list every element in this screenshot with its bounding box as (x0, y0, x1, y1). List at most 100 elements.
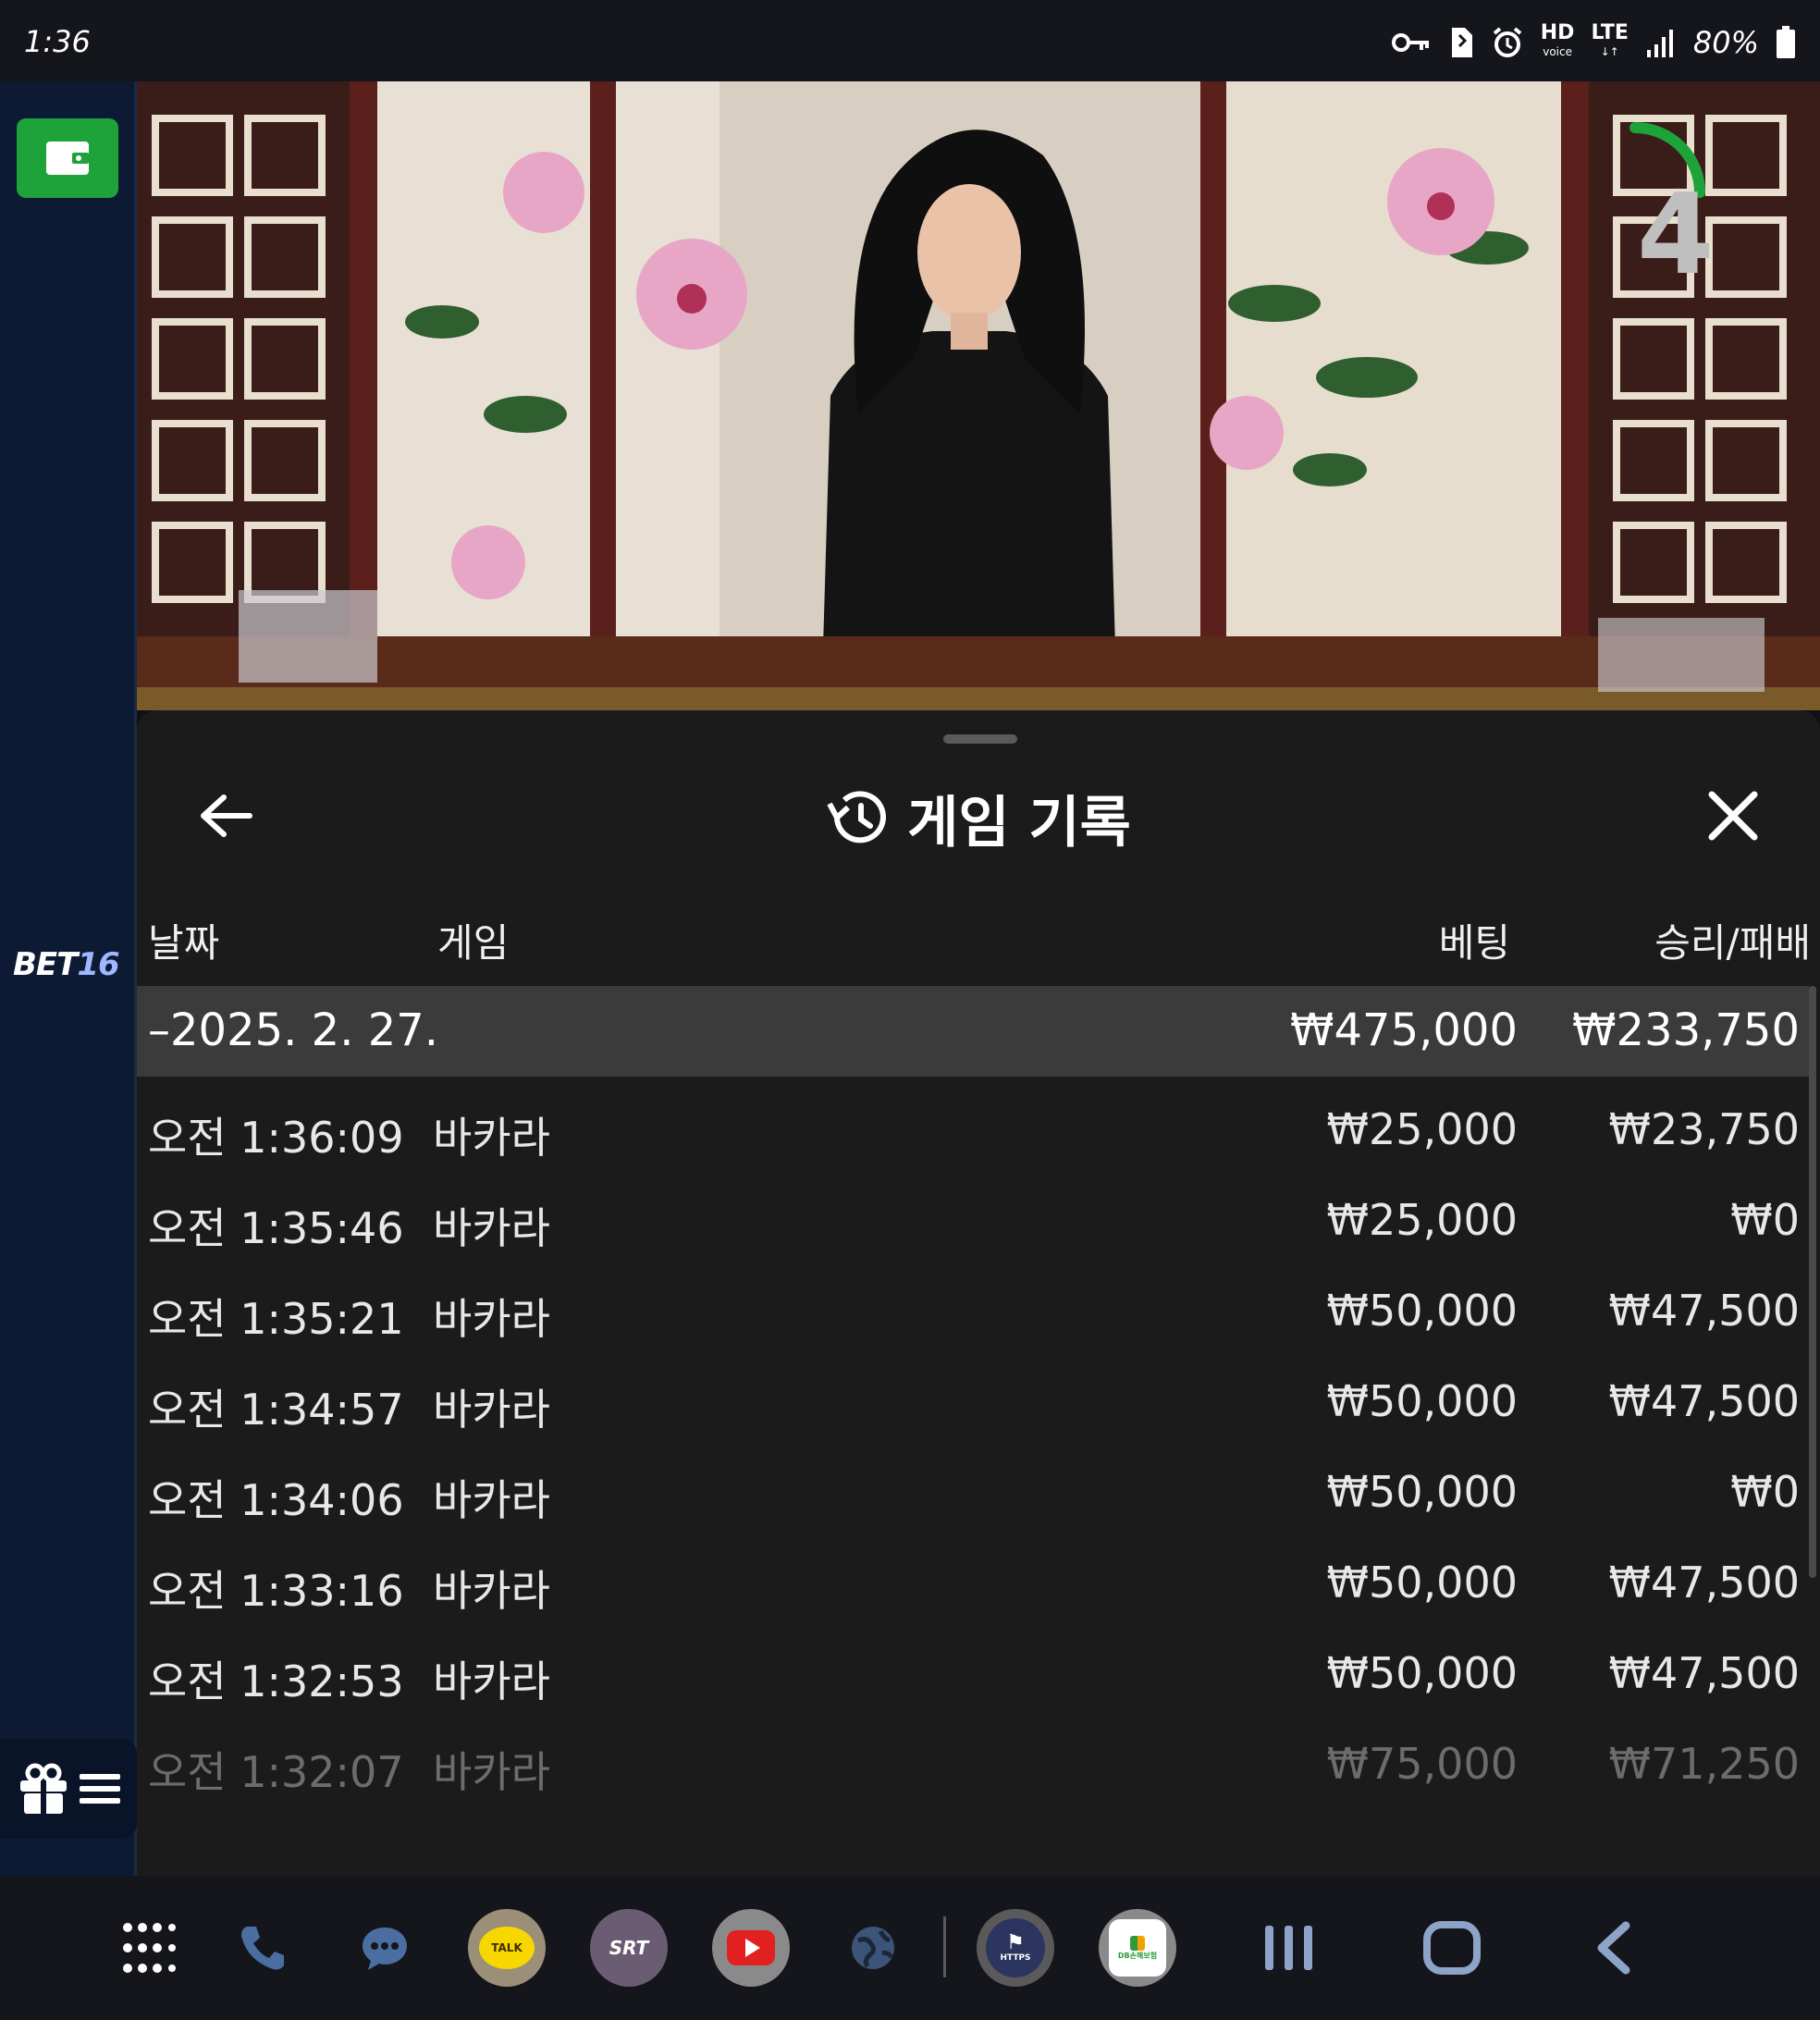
row-time: 오전 1:33:16 (148, 1566, 404, 1616)
table-row[interactable]: 오전 1:34:57 바카라 ₩50,000 ₩47,500 (137, 1349, 1809, 1439)
wallet-icon (46, 142, 89, 175)
gift-icon (20, 1763, 67, 1814)
close-button[interactable] (1700, 782, 1766, 849)
app-drawer-button[interactable] (107, 1907, 189, 1989)
brand-prefix: BET (13, 946, 78, 983)
kakaotalk-label: TALK (479, 1927, 535, 1969)
row-time: 오전 1:32:07 (148, 1747, 404, 1797)
row-game: 바카라 (433, 1747, 550, 1797)
signal-icon (1646, 30, 1673, 57)
row-bet: ₩50,000 (1326, 1648, 1518, 1698)
row-game: 바카라 (433, 1113, 550, 1163)
battery-icon (1777, 26, 1795, 58)
row-bet: ₩50,000 (1326, 1286, 1518, 1336)
chevron-left-icon (1597, 1921, 1630, 1975)
youtube-logo (727, 1930, 775, 1965)
row-win: ₩0 (1730, 1195, 1800, 1245)
row-bet: ₩50,000 (1326, 1376, 1518, 1426)
phone-app[interactable] (222, 1907, 303, 1989)
brand-suffix: 16 (77, 946, 119, 983)
history-icon (827, 791, 887, 844)
column-header-win-loss[interactable]: 승리/패배 (1654, 912, 1811, 968)
table-row[interactable]: 오전 1:34:06 바카라 ₩50,000 ₩0 (137, 1439, 1809, 1530)
row-time: 오전 1:36:09 (148, 1113, 404, 1163)
vpn-key-icon (1391, 33, 1429, 52)
table-row[interactable]: 오전 1:33:16 바카라 ₩50,000 ₩47,500 (137, 1530, 1809, 1620)
table-row[interactable]: 오전 1:36:09 바카라 ₩25,000 ₩23,750 (137, 1077, 1809, 1167)
row-game: 바카라 (433, 1385, 550, 1435)
home-button[interactable] (1411, 1907, 1493, 1989)
row-game: 바카라 (433, 1657, 550, 1706)
data-arrows-icon: ↓↑ (1600, 45, 1619, 58)
messages-icon (363, 1928, 407, 1970)
srt-app[interactable]: SRT (588, 1907, 670, 1989)
live-dealer-video[interactable] (137, 81, 1820, 710)
countdown-number: 4 (1637, 171, 1715, 300)
taskbar-divider (943, 1916, 946, 1977)
row-win: ₩47,500 (1608, 1286, 1800, 1336)
history-rows: 오전 1:36:09 바카라 ₩25,000 ₩23,750 오전 1:35:46 바카… (137, 1077, 1809, 1802)
scrollbar[interactable] (1809, 986, 1816, 1578)
https-app-icon: ⚑ HTTPS (977, 1909, 1054, 1987)
recents-button[interactable] (1248, 1907, 1330, 1989)
column-header-date[interactable]: 날짜 (148, 912, 219, 968)
phone-icon (241, 1927, 284, 1970)
status-bar: 1:36 HD voice LTE ↓↑ 80% (0, 0, 1820, 81)
row-bet: ₩25,000 (1326, 1104, 1518, 1154)
app-drawer-icon (123, 1923, 176, 1973)
column-header-game[interactable]: 게임 (437, 912, 509, 968)
browser-icon (852, 1927, 894, 1969)
row-game: 바카라 (433, 1294, 550, 1344)
table-row[interactable]: 오전 1:35:46 바카라 ₩25,000 ₩0 (137, 1167, 1809, 1258)
menu-icon (80, 1774, 120, 1804)
kakaotalk-app[interactable]: TALK (466, 1907, 547, 1989)
https-app[interactable]: ⚑ HTTPS (975, 1907, 1056, 1989)
status-time: 1:36 (24, 24, 91, 59)
close-icon (1708, 791, 1758, 841)
db-insurance-app[interactable]: DB손해보험 (1097, 1907, 1178, 1989)
row-win: ₩47,500 (1608, 1376, 1800, 1426)
srt-icon: SRT (590, 1909, 668, 1987)
status-icons: HD voice LTE ↓↑ 80% (1391, 20, 1796, 65)
group-bet-total: ₩475,000 (1290, 1004, 1518, 1056)
hd-voice-indicator: HD voice (1541, 23, 1575, 61)
row-bet: ₩50,000 (1326, 1558, 1518, 1607)
hd-sub-label: voice (1543, 45, 1572, 58)
row-game: 바카라 (433, 1203, 550, 1253)
play-icon (745, 1939, 760, 1957)
row-win: ₩0 (1730, 1467, 1800, 1517)
https-label: HTTPS (1000, 1953, 1031, 1963)
navigation-bar: TALK SRT ⚑ HTTPS DB손해보험 (0, 1876, 1820, 2020)
row-time: 오전 1:35:21 (148, 1294, 404, 1344)
column-header-bet[interactable]: 베팅 (1439, 912, 1510, 968)
wallet-button[interactable] (17, 118, 118, 198)
sim-alert-icon (1451, 28, 1472, 57)
row-win: ₩47,500 (1608, 1558, 1800, 1607)
row-bet: ₩25,000 (1326, 1195, 1518, 1245)
row-time: 오전 1:34:06 (148, 1475, 404, 1525)
group-win-total: ₩233,750 (1572, 1004, 1800, 1056)
youtube-app[interactable] (710, 1907, 792, 1989)
table-row[interactable]: 오전 1:32:07 바카라 ₩75,000 ₩71,250 (137, 1711, 1809, 1802)
left-sidebar: BET16 (0, 81, 137, 1876)
date-group-row[interactable]: –2025. 2. 27. ₩475,000 ₩233,750 (137, 986, 1809, 1077)
row-win: ₩47,500 (1608, 1648, 1800, 1698)
sheet-drag-handle[interactable] (943, 734, 1017, 744)
sheet-title-text: 게임 기록 (907, 790, 1131, 856)
game-history-sheet: 게임 기록 날짜 게임 베팅 승리/패배 –2025. 2. 27. ₩475,… (137, 710, 1820, 1876)
messages-app[interactable] (344, 1907, 425, 1989)
browser-app[interactable] (832, 1907, 914, 1989)
home-icon (1423, 1921, 1481, 1975)
promotions-menu-button[interactable] (0, 1739, 137, 1839)
nav-back-button[interactable] (1572, 1907, 1654, 1989)
table-row[interactable]: 오전 1:32:53 바카라 ₩50,000 ₩47,500 (137, 1620, 1809, 1711)
alarm-icon (1493, 27, 1522, 57)
table-row[interactable]: 오전 1:35:21 바카라 ₩50,000 ₩47,500 (137, 1258, 1809, 1349)
row-time: 오전 1:34:57 (148, 1385, 404, 1435)
srt-label: SRT (609, 1937, 649, 1959)
row-win: ₩23,750 (1608, 1104, 1800, 1154)
row-bet: ₩75,000 (1326, 1739, 1518, 1789)
lte-label: LTE (1591, 21, 1629, 44)
group-date: –2025. 2. 27. (148, 1004, 439, 1056)
db-insurance-icon: DB손해보험 (1099, 1909, 1176, 1987)
